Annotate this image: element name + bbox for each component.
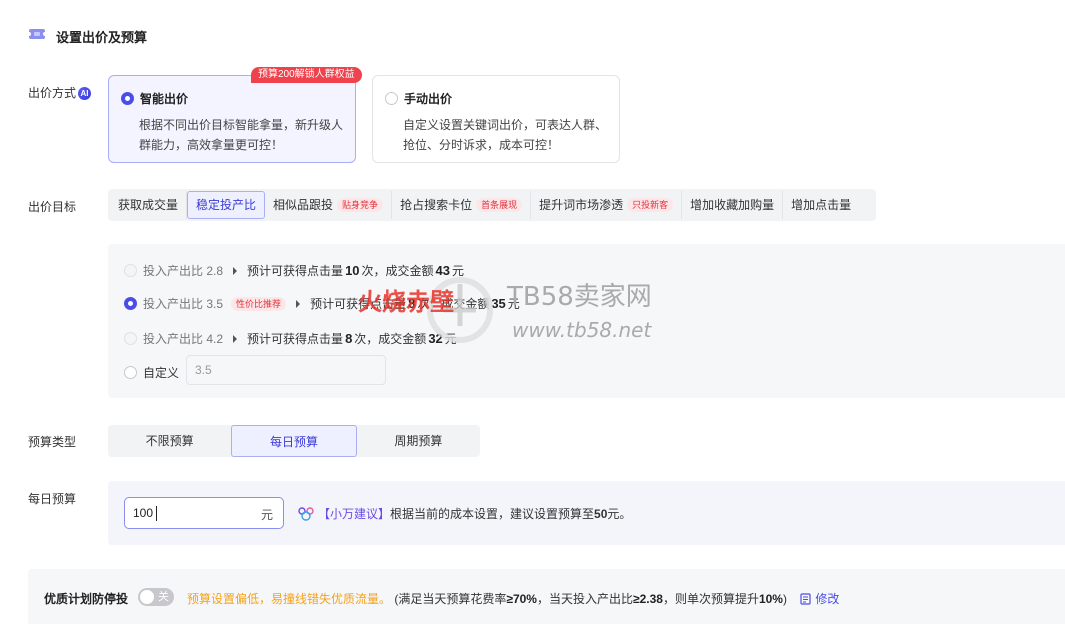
cond-1: (满足当天预算花费率 — [394, 592, 507, 606]
roi-value: 3.5 — [206, 296, 224, 311]
budget-type-tabs: 不限预算 每日预算 周期预算 — [108, 425, 480, 457]
cond-2-val: ≥2.38 — [632, 592, 663, 606]
cond-3-val: 10% — [758, 592, 783, 606]
roi-value: 2.8 — [206, 263, 224, 278]
tip-name: 【小万建议】 — [318, 507, 391, 521]
arrow-right-icon — [233, 266, 238, 275]
bid-method-label: 出价方式 AI — [28, 84, 92, 101]
est-prefix: 预计可获得点击量 — [247, 332, 344, 346]
arrow-right-icon — [296, 299, 301, 308]
smart-bid-card[interactable]: 智能出价 根据不同出价目标智能拿量，新升级人群能力，高效拿量更可控！ — [108, 75, 356, 163]
tab-stable-roi[interactable]: 稳定投产比 — [187, 191, 266, 219]
stop-plan-panel: 优质计划防停投 关 预算设置偏低，易撞线错失优质流量。 (满足当天预算花费率≥7… — [28, 569, 1065, 624]
manual-bid-radio[interactable] — [385, 92, 398, 105]
roi-radio[interactable] — [124, 366, 137, 379]
daily-budget-input[interactable]: 100 元 — [124, 497, 284, 529]
roi-label: 投入产出比 — [143, 332, 204, 346]
daily-budget-unit: 元 — [260, 508, 273, 522]
toggle-label: 关 — [158, 591, 169, 603]
est-amount: 35 — [491, 296, 506, 311]
est-amount: 43 — [435, 263, 451, 278]
cond-end: ) — [782, 592, 787, 606]
manual-bid-desc: 自定义设置关键词出价，可表达人群、抢位、分时诉求，成本可控！ — [403, 118, 608, 152]
daily-budget-label: 每日预算 — [28, 492, 77, 506]
tab-get-deals[interactable]: 获取成交量 — [110, 191, 188, 219]
roi-radio[interactable] — [124, 297, 137, 310]
tab-add-cart[interactable]: 增加收藏加购量 — [682, 191, 784, 219]
est-amount-unit: 元 — [444, 332, 457, 346]
tip-text: 根据当前的成本设置，建议设置预算至 — [390, 507, 595, 521]
promo-badge: 预算200解锁人群权益 — [251, 67, 362, 83]
custom-roi-input[interactable]: 3.5 — [186, 355, 386, 385]
tab-tag: 只投新客 — [627, 198, 674, 212]
stop-plan-toggle[interactable]: 关 — [138, 588, 174, 606]
recommend-tag: 性价比推荐 — [231, 296, 287, 311]
smart-bid-title: 智能出价 — [140, 92, 189, 106]
est-prefix: 预计可获得点击量 — [247, 264, 344, 278]
toggle-knob — [140, 590, 154, 604]
section-title: 设置出价及预算 — [56, 30, 148, 45]
smart-bid-radio[interactable] — [121, 92, 134, 105]
roi-options-panel: 投入产出比 2.8 预计可获得点击量 10 次，成交金额 43 元 投入产出比 3.5 … — [108, 244, 1065, 398]
roi-value: 4.2 — [206, 331, 224, 346]
est-clicks-unit: 次，成交金额 — [417, 297, 490, 311]
est-amount: 32 — [428, 331, 443, 346]
text-caret — [156, 506, 157, 521]
est-prefix: 预计可获得点击量 — [310, 297, 407, 311]
cond-1-val: ≥70% — [506, 592, 537, 606]
tab-tag: 首条展现 — [476, 198, 523, 212]
ai-icon: AI — [78, 87, 92, 100]
roi-custom-option[interactable]: 自定义 — [124, 364, 179, 381]
tab-similar-follow[interactable]: 相似品跟投 贴身竞争 — [265, 191, 393, 219]
stop-plan-label: 优质计划防停投 — [44, 592, 129, 606]
daily-budget-value: 100 — [133, 506, 154, 520]
bid-goal-label: 出价目标 — [28, 200, 77, 214]
est-clicks-unit: 次，成交金额 — [354, 332, 427, 346]
cond-3: ，则单次预算提升 — [662, 592, 759, 606]
roi-option-1[interactable]: 投入产出比 2.8 预计可获得点击量 10 次，成交金额 43 元 — [124, 262, 464, 279]
roi-option-2[interactable]: 投入产出比 3.5 性价比推荐 预计可获得点击量 8 次，成交金额 35 元 — [124, 295, 520, 312]
bid-goal-tabs: 获取成交量 稳定投产比 相似品跟投 贴身竞争 抢占搜索卡位 首条展现 提升词市场渗透… — [108, 189, 876, 221]
tab-search-slot[interactable]: 抢占搜索卡位 首条展现 — [392, 191, 532, 219]
edit-link[interactable]: 修改 — [800, 592, 839, 606]
est-clicks: 8 — [408, 296, 416, 311]
roi-label: 投入产出比 — [143, 297, 204, 311]
tip-unit: 元。 — [607, 507, 632, 521]
est-clicks: 8 — [345, 331, 353, 346]
roi-option-3[interactable]: 投入产出比 4.2 预计可获得点击量 8 次，成交金额 32 元 — [124, 330, 457, 347]
tab-period-budget[interactable]: 周期预算 — [357, 425, 480, 457]
stop-warning: 预算设置偏低，易撞线错失优质流量。 — [187, 592, 392, 606]
stop-plan-desc: 预算设置偏低，易撞线错失优质流量。 (满足当天预算花费率≥70%，当天投入产出比… — [187, 590, 839, 607]
est-amount-unit: 元 — [507, 297, 520, 311]
tab-tag: 贴身竞争 — [337, 198, 384, 212]
ticket-icon — [28, 29, 46, 39]
tab-market-penetration[interactable]: 提升词市场渗透 只投新客 — [531, 191, 683, 219]
est-clicks: 10 — [345, 263, 360, 278]
tab-unlimited-budget[interactable]: 不限预算 — [108, 425, 231, 457]
tab-clicks[interactable]: 增加点击量 — [783, 191, 859, 219]
roi-label: 投入产出比 — [143, 264, 204, 278]
est-clicks-unit: 次，成交金额 — [361, 264, 434, 278]
edit-icon — [800, 593, 811, 605]
tip-value: 50 — [594, 506, 608, 521]
assistant-icon — [298, 506, 314, 521]
roi-radio[interactable] — [124, 264, 137, 277]
edit-label: 修改 — [815, 592, 840, 606]
roi-radio[interactable] — [124, 332, 137, 345]
smart-bid-desc: 根据不同出价目标智能拿量，新升级人群能力，高效拿量更可控！ — [139, 118, 344, 152]
manual-bid-title: 手动出价 — [404, 92, 453, 106]
daily-budget-panel: 100 元 【小万建议】 根据当前的成本设置，建议设置预算至 50 元。 — [108, 481, 1065, 545]
arrow-right-icon — [233, 334, 238, 343]
manual-bid-card[interactable]: 手动出价 自定义设置关键词出价，可表达人群、抢位、分时诉求，成本可控！ — [372, 75, 620, 163]
budget-type-label: 预算类型 — [28, 435, 77, 449]
custom-label: 自定义 — [143, 366, 180, 380]
budget-tip: 【小万建议】 根据当前的成本设置，建议设置预算至 50 元。 — [298, 505, 631, 522]
tab-daily-budget[interactable]: 每日预算 — [231, 425, 357, 457]
est-amount-unit: 元 — [452, 264, 465, 278]
cond-2: ，当天投入产出比 — [536, 592, 633, 606]
